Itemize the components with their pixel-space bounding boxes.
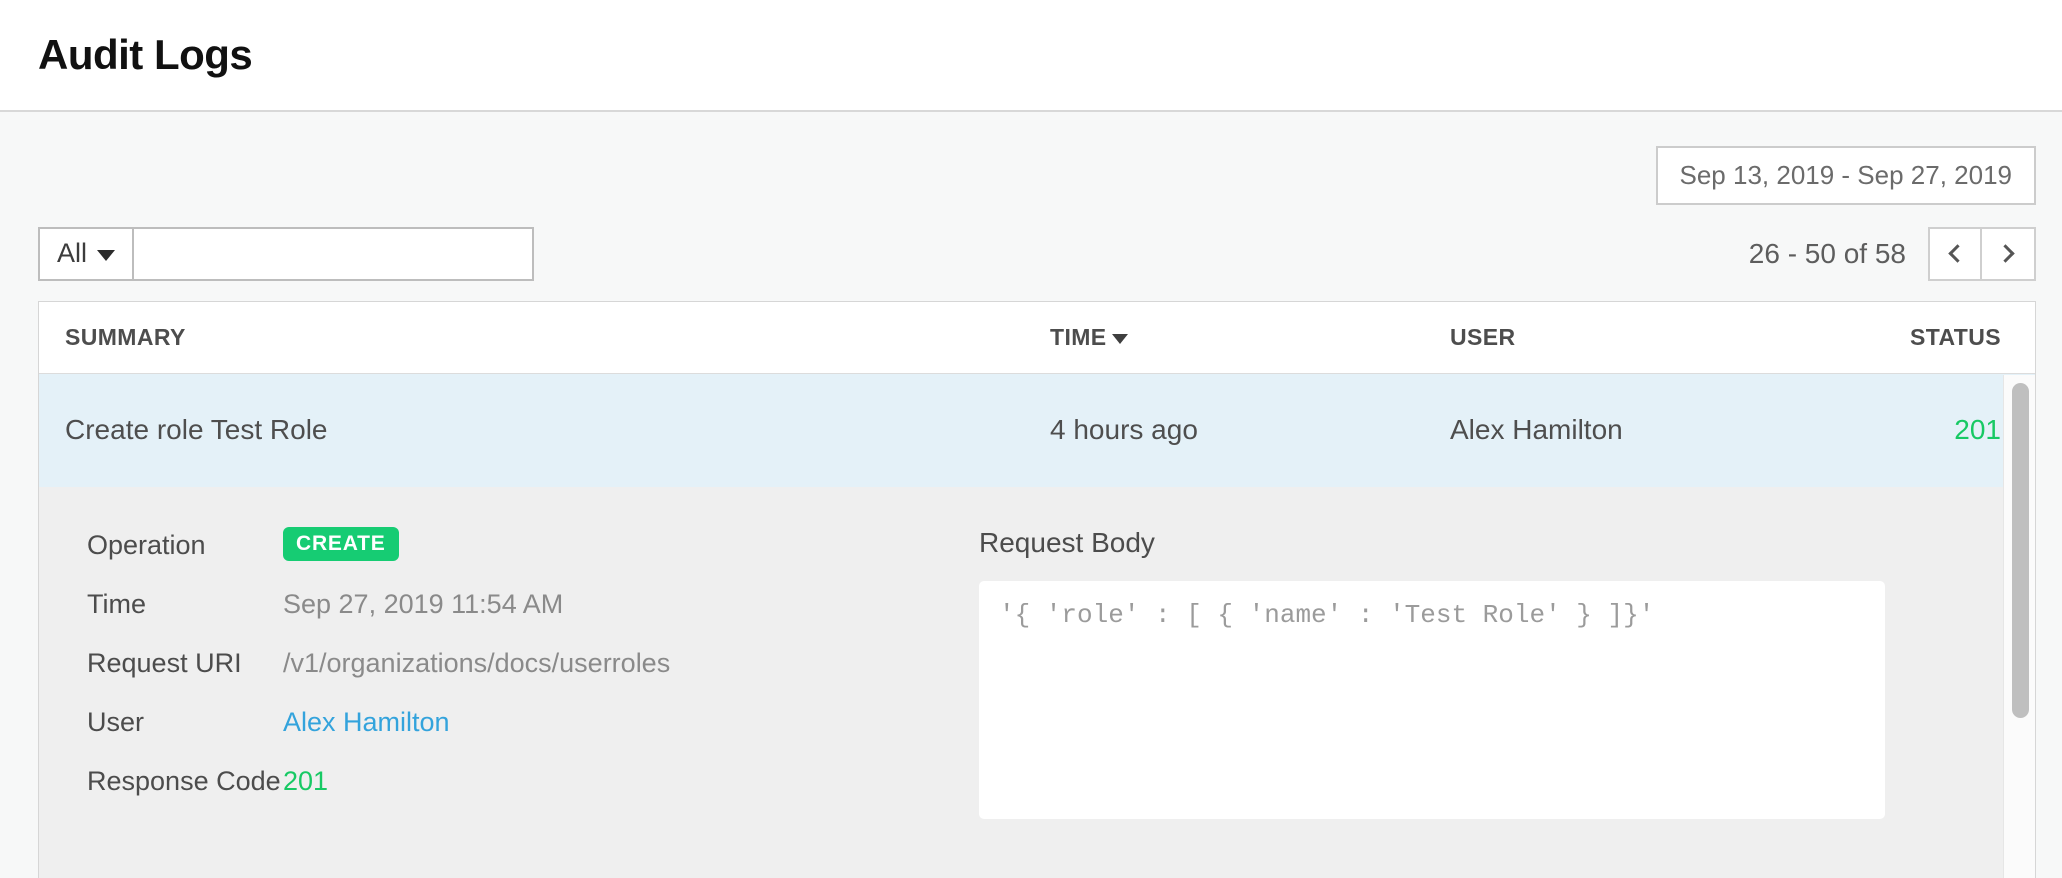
detail-label-time: Time [87,586,283,620]
table-scrollbar[interactable] [2003,375,2035,878]
column-header-status[interactable]: STATUS [1850,324,2001,351]
detail-value-time: Sep 27, 2019 11:54 AM [283,586,563,620]
request-body-section: Request Body '{ 'role' : [ { 'name' : 'T… [979,527,2035,840]
sort-descending-icon [1112,334,1128,344]
cell-status: 201 [1850,414,2001,446]
toolbar: All 26 - 50 of 58 [0,205,2062,281]
detail-field-time: Time Sep 27, 2019 11:54 AM [87,586,979,624]
request-body-value[interactable]: '{ 'role' : [ { 'name' : 'Test Role' } ]… [979,581,1885,819]
daterange-row: Sep 13, 2019 - Sep 27, 2019 [0,112,2062,205]
detail-label-request-uri: Request URI [87,645,283,679]
cell-time: 4 hours ago [1050,414,1450,446]
detail-value-request-uri: /v1/organizations/docs/userroles [283,645,670,679]
type-filter-dropdown[interactable]: All [38,227,134,281]
filter-group: All [38,227,534,281]
detail-label-user: User [87,704,283,738]
cell-summary: Create role Test Role [65,414,1050,446]
content-area: Sep 13, 2019 - Sep 27, 2019 All 26 - 50 … [0,112,2062,878]
table-scrollbar-thumb[interactable] [2012,383,2029,718]
page-header: Audit Logs [0,0,2062,112]
type-filter-label: All [57,238,87,269]
pagination-buttons [1928,227,2036,281]
detail-field-response-code: Response Code 201 [87,763,979,801]
detail-label-operation: Operation [87,527,283,561]
detail-field-request-uri: Request URI /v1/organizations/docs/userr… [87,645,979,683]
cell-user: Alex Hamilton [1450,414,1850,446]
detail-value-user-link[interactable]: Alex Hamilton [283,704,450,738]
next-page-button[interactable] [1982,227,2036,281]
detail-label-response-code: Response Code [87,763,283,797]
table-header-row: SUMMARY TIME USER STATUS [39,302,2035,374]
chevron-right-icon [1996,244,2014,262]
request-body-label: Request Body [979,527,1885,559]
row-detail-panel: Operation CREATE Time Sep 27, 2019 11:54… [39,487,2035,878]
table-row[interactable]: Create role Test Role 4 hours ago Alex H… [39,374,2035,487]
pagination-range-label: 26 - 50 of 58 [1749,238,1906,270]
search-input[interactable] [134,227,534,281]
detail-field-user: User Alex Hamilton [87,704,979,742]
pagination: 26 - 50 of 58 [1749,227,2036,281]
previous-page-button[interactable] [1928,227,1982,281]
audit-log-table: SUMMARY TIME USER STATUS Create role Tes… [38,301,2036,878]
column-header-summary[interactable]: SUMMARY [65,324,1050,351]
detail-field-operation: Operation CREATE [87,527,979,565]
date-range-picker[interactable]: Sep 13, 2019 - Sep 27, 2019 [1656,146,2037,205]
chevron-down-icon [97,250,115,261]
column-header-user[interactable]: USER [1450,324,1850,351]
detail-value-response-code: 201 [283,763,328,797]
detail-fields: Operation CREATE Time Sep 27, 2019 11:54… [39,527,979,840]
page-title: Audit Logs [38,31,252,79]
operation-badge: CREATE [283,527,399,561]
column-header-time-label: TIME [1050,324,1107,351]
column-header-time[interactable]: TIME [1050,324,1450,351]
chevron-left-icon [1948,244,1966,262]
detail-value-operation: CREATE [283,527,399,561]
